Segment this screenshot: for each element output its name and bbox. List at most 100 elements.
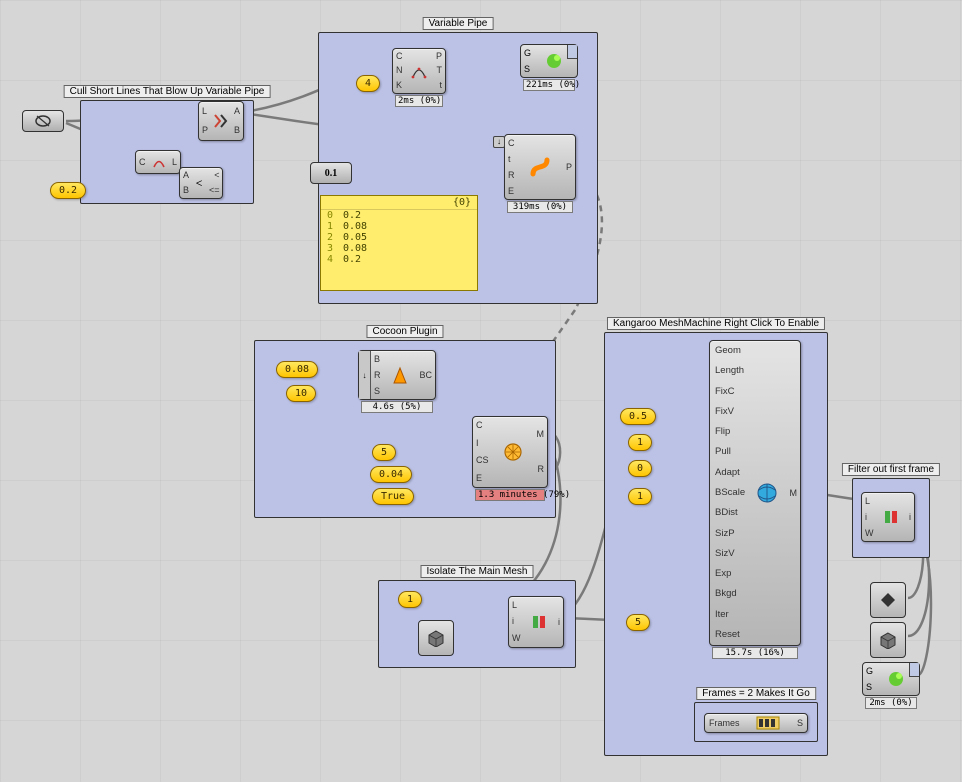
cocoon-brep-charge-node[interactable]: ↓ BRS BC 4.6s (5%) [358,350,436,400]
curve-param[interactable] [22,110,64,132]
meshmachine-node[interactable]: GeomLengthFixCFixVFlipPullAdaptBScaleBDi… [709,340,801,646]
port-m: M [790,487,798,500]
divide-curve-node[interactable]: CNK PTt 2ms (0%) [392,48,446,94]
timing-label: 2ms (0%) [395,95,443,107]
timer-icon [740,714,797,732]
port-bc: BC [419,369,432,382]
timing-label: 2ms (0%) [865,697,917,709]
port-w: W [865,527,874,540]
param-0[interactable]: 0 [628,460,652,477]
param-5-kangaroo[interactable]: 5 [626,614,650,631]
port-s: S [797,717,803,730]
cocoon-mesh-icon [489,417,537,487]
port-l: L [512,599,517,612]
param-10[interactable]: 10 [286,385,316,402]
port-i: i [512,615,514,628]
param-1-b[interactable]: 1 [628,488,652,505]
custom-preview-1[interactable]: GS 221ms (0%) [520,44,578,78]
port-t: t [439,79,442,92]
cull-pattern-node[interactable]: LP AB [198,101,244,141]
port-e: E [476,472,482,485]
port-t-cap: T [437,64,443,77]
list-item-node-2[interactable]: LiW i [861,492,915,542]
group-label: Kangaroo MeshMachine Right Click To Enab… [607,317,825,330]
port-i: I [476,437,479,450]
mesh-param-2[interactable] [870,622,906,658]
port-p: P [566,161,572,174]
port-lte: <= [209,184,220,197]
data-param[interactable] [870,582,906,618]
group-label: Cocoon Plugin [366,325,443,338]
port-e: E [508,185,514,198]
port-b: B [374,353,380,366]
curve-length-node[interactable]: C L [135,150,181,174]
port-bscale: BScale [715,483,745,503]
param-1-isolate[interactable]: 1 [398,591,422,608]
port-fixv: FixV [715,402,734,422]
port-sizv: SizV [715,544,735,564]
pipe-variable-node[interactable]: C t R E P ↓ 319ms (0%) [504,134,576,200]
param-0.04[interactable]: 0.04 [370,466,412,483]
port-bkgd: Bkgd [715,584,737,604]
cocoon-node[interactable]: C I CS E M R 1.3 minutes (79%) [472,416,548,488]
graft-icon[interactable]: ↓ [359,351,371,399]
less-than-icon: < [189,168,209,198]
param-1-a[interactable]: 1 [628,434,652,451]
port-l: L [172,156,177,169]
port-k: K [396,79,402,92]
port-s: S [524,64,531,74]
port-i: i [909,511,911,524]
port-flip: Flip [715,422,730,442]
port-a: A [234,105,240,118]
param-0.2-cull[interactable]: 0.2 [50,182,86,199]
port-reset: Reset [715,625,740,645]
param-4[interactable]: 4 [356,75,380,92]
mesh-param-1[interactable] [418,620,454,656]
length-icon [146,151,172,173]
port-p: P [436,50,442,63]
param-true[interactable]: True [372,488,414,505]
graft-icon[interactable]: ↓ [493,136,505,148]
port-g: G [524,48,531,58]
data-panel[interactable]: {0} 00.2 10.08 20.05 30.08 40.2 [320,195,478,291]
timing-label: 221ms (0%) [523,79,575,91]
port-lt: < [214,169,219,182]
port-sizp: SizP [715,524,735,544]
port-g: G [866,666,873,676]
group-label: Cull Short Lines That Blow Up Variable P… [64,85,271,98]
group-label: Isolate The Main Mesh [421,565,534,578]
group-label: Frames = 2 Makes It Go [696,687,816,700]
port-iter: Iter [715,605,729,625]
timing-label: 319ms (0%) [507,201,573,213]
port-bdist: BDist [715,503,738,523]
param-5[interactable]: 5 [372,444,396,461]
dispatch-icon [208,102,234,140]
port-s: S [374,385,380,398]
port-cs: CS [476,454,489,467]
divide-icon [403,49,436,93]
port-s: S [866,682,873,692]
list-item-node[interactable]: LiW i [508,596,564,648]
panel-header: {0} [321,196,477,210]
port-i: i [558,616,560,629]
larger-than-node[interactable]: AB < <<= [179,167,223,199]
port-b: B [234,124,240,137]
param-0.08[interactable]: 0.08 [276,361,318,378]
timing-label: 4.6s (5%) [361,401,433,413]
port-l: L [865,495,870,508]
timer-frames-node[interactable]: Frames S [704,713,808,733]
port-adapt: Adapt [715,463,740,483]
param-0.5[interactable]: 0.5 [620,408,656,425]
cocoon-icon [381,351,420,399]
port-fixc: FixC [715,382,735,402]
custom-preview-2[interactable]: GS 2ms (0%) [862,662,920,696]
list-item-icon [521,597,559,647]
timing-label: 15.7s (16%) [712,647,798,659]
group-label: Filter out first frame [842,463,940,476]
port-t: t [508,153,511,166]
port-m: M [537,428,545,441]
port-frames: Frames [709,717,740,730]
port-exp: Exp [715,564,731,584]
group-label: Variable Pipe [423,17,494,30]
slider-0.1[interactable]: 0.1 [310,162,352,184]
